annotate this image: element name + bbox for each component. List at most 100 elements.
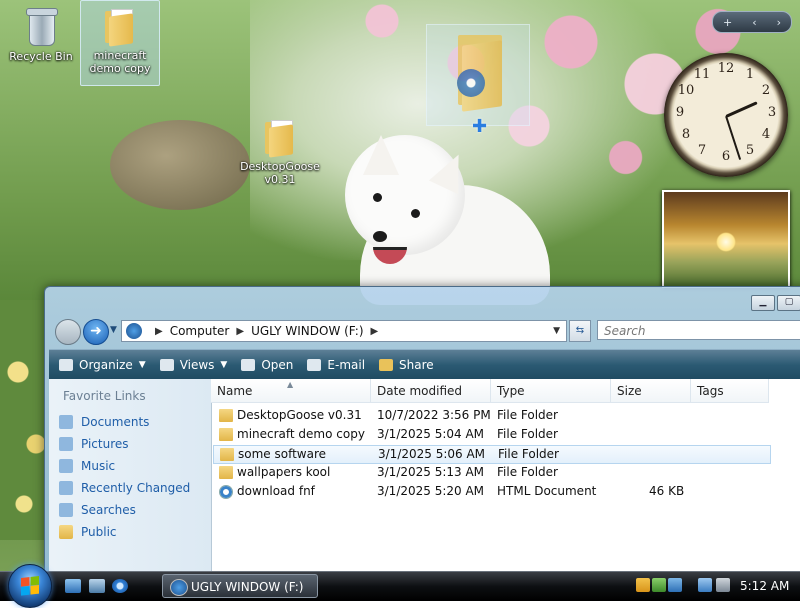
next-gadget-button[interactable]: ›	[777, 16, 781, 29]
taskbar-clock[interactable]: 5:12 AM	[740, 572, 789, 601]
column-header-label: Type	[497, 384, 525, 398]
clock-numeral: 8	[681, 127, 691, 142]
network-icon[interactable]	[698, 578, 712, 592]
file-row[interactable]: DesktopGoose v0.31 10/7/2022 3:56 PM Fil…	[213, 407, 771, 426]
views-button[interactable]: Views ▼	[159, 358, 227, 372]
file-row[interactable]: minecraft demo copy 3/1/2025 5:04 AM Fil…	[213, 426, 771, 445]
start-button[interactable]	[8, 564, 52, 608]
nav-link-label: Public	[81, 525, 117, 539]
column-header-tags[interactable]: Tags	[691, 379, 769, 403]
clock-numeral: 5	[745, 143, 755, 158]
open-button[interactable]: Open	[241, 358, 293, 372]
email-button[interactable]: E-mail	[307, 358, 365, 372]
nav-link-recently-changed[interactable]: Recently Changed	[49, 477, 211, 499]
switch-windows-icon[interactable]	[89, 579, 105, 593]
column-header-label: Name	[217, 384, 253, 398]
minecraft-demo-copy-desktop-icon[interactable]: minecraft demo copy	[80, 0, 160, 86]
desktopgoose-desktop-icon[interactable]: DesktopGoose v0.31	[235, 112, 325, 186]
nav-link-public[interactable]: Public	[49, 521, 211, 543]
file-type: File Folder	[497, 427, 558, 441]
dragged-folder-ghost	[426, 24, 530, 126]
clock-numeral: 2	[761, 83, 771, 98]
sidebar-gadget-controls[interactable]: + ‹ ›	[712, 11, 792, 33]
address-dropdown-icon[interactable]: ▼	[553, 326, 560, 336]
file-date: 3/1/2025 5:04 AM	[377, 427, 485, 441]
file-type: File Folder	[497, 408, 558, 422]
file-row[interactable]: wallpapers kool 3/1/2025 5:13 AM File Fo…	[213, 464, 771, 483]
clock-numeral: 11	[693, 67, 711, 82]
address-bar[interactable]: ▶ Computer ▶ UGLY WINDOW (F:) ▶ ▼	[121, 320, 567, 342]
nav-link-label: Music	[81, 459, 116, 473]
window-controls: ▁ ▢	[751, 295, 800, 311]
clock-numeral: 10	[677, 83, 695, 98]
minimize-button[interactable]: ▁	[751, 295, 775, 311]
taskbar: UGLY WINDOW (F:) 5:12 AM	[0, 564, 800, 608]
clock-numeral: 1	[745, 67, 755, 82]
file-list: ▲ Name Date modified Type Size Tags Desk…	[211, 379, 800, 573]
file-name: wallpapers kool	[237, 465, 331, 479]
chevron-down-icon: ▼	[138, 360, 146, 370]
recent-pages-dropdown-icon[interactable]: ▼	[110, 325, 117, 335]
windows-defender-icon[interactable]	[652, 578, 666, 592]
column-header-label: Size	[617, 384, 642, 398]
file-type: File Folder	[498, 447, 559, 461]
recycle-bin-desktop-icon[interactable]: Recycle Bin	[0, 2, 86, 63]
forward-button[interactable]: ➜	[83, 319, 109, 345]
refresh-button[interactable]: ⇆	[569, 320, 591, 342]
public-folder-icon	[59, 525, 73, 539]
file-date: 10/7/2022 3:56 PM	[377, 408, 491, 422]
nav-link-label: Searches	[81, 503, 136, 517]
column-header-date-modified[interactable]: Date modified	[371, 379, 491, 403]
pictures-icon	[59, 437, 73, 451]
breadcrumb-chevron-icon[interactable]: ▶	[371, 326, 379, 337]
nav-link-pictures[interactable]: Pictures	[49, 433, 211, 455]
move-cursor-icon: ✚	[472, 116, 488, 137]
security-shield-icon[interactable]	[636, 578, 650, 592]
column-header-label: Date modified	[377, 384, 463, 398]
search-input[interactable]: Search	[597, 320, 800, 340]
folder-icon	[219, 409, 233, 422]
network-status-icon[interactable]	[668, 578, 682, 592]
previous-gadget-button[interactable]: ‹	[752, 16, 756, 29]
desktop-icon-label: Recycle Bin	[9, 50, 73, 63]
file-row[interactable]: download fnf 3/1/2025 5:20 AM HTML Docum…	[213, 483, 771, 502]
file-type: HTML Document	[497, 484, 597, 498]
column-header-label: Tags	[697, 384, 724, 398]
wallpaper-rock	[110, 120, 250, 210]
volume-muted-icon[interactable]	[716, 578, 730, 592]
favorite-links-heading: Favorite Links	[63, 389, 146, 403]
file-date: 3/1/2025 5:06 AM	[378, 447, 486, 461]
clock-numeral: 9	[675, 105, 685, 120]
column-header-type[interactable]: Type	[491, 379, 611, 403]
clock-hour-hand	[725, 101, 758, 118]
file-row[interactable]: some software 3/1/2025 5:06 AM File Fold…	[213, 445, 771, 464]
add-gadget-button[interactable]: +	[723, 16, 732, 29]
clock-gadget[interactable]: 12 1 2 3 4 5 6 7 8 9 10 11	[664, 53, 788, 177]
file-name: download fnf	[237, 484, 315, 498]
breadcrumb-computer[interactable]: Computer	[170, 324, 230, 338]
column-header-size[interactable]: Size	[611, 379, 691, 403]
explorer-content: Favorite Links Documents Pictures Music …	[49, 379, 800, 573]
breadcrumb-chevron-icon[interactable]: ▶	[236, 326, 244, 337]
internet-explorer-icon[interactable]	[112, 579, 128, 593]
maximize-button[interactable]: ▢	[777, 295, 800, 311]
show-desktop-icon[interactable]	[65, 579, 81, 593]
file-name: DesktopGoose v0.31	[237, 408, 362, 422]
breadcrumb-drive[interactable]: UGLY WINDOW (F:)	[251, 324, 363, 338]
column-header-name[interactable]: ▲ Name	[211, 379, 371, 403]
back-button[interactable]	[55, 319, 81, 345]
share-button[interactable]: Share	[379, 358, 434, 372]
slideshow-gadget[interactable]	[662, 190, 790, 288]
nav-link-searches[interactable]: Searches	[49, 499, 211, 521]
folder-icon	[101, 7, 139, 47]
documents-icon	[59, 415, 73, 429]
taskbar-button-ugly-window[interactable]: UGLY WINDOW (F:)	[162, 574, 318, 598]
nav-link-label: Pictures	[81, 437, 129, 451]
nav-link-music[interactable]: Music	[49, 455, 211, 477]
breadcrumb-chevron-icon[interactable]: ▶	[155, 326, 163, 337]
navigation-pane: Favorite Links Documents Pictures Music …	[49, 379, 212, 573]
organize-button[interactable]: Organize ▼	[59, 358, 146, 372]
nav-link-documents[interactable]: Documents	[49, 411, 211, 433]
wallpaper-dog	[340, 125, 550, 305]
organize-icon	[59, 359, 73, 371]
